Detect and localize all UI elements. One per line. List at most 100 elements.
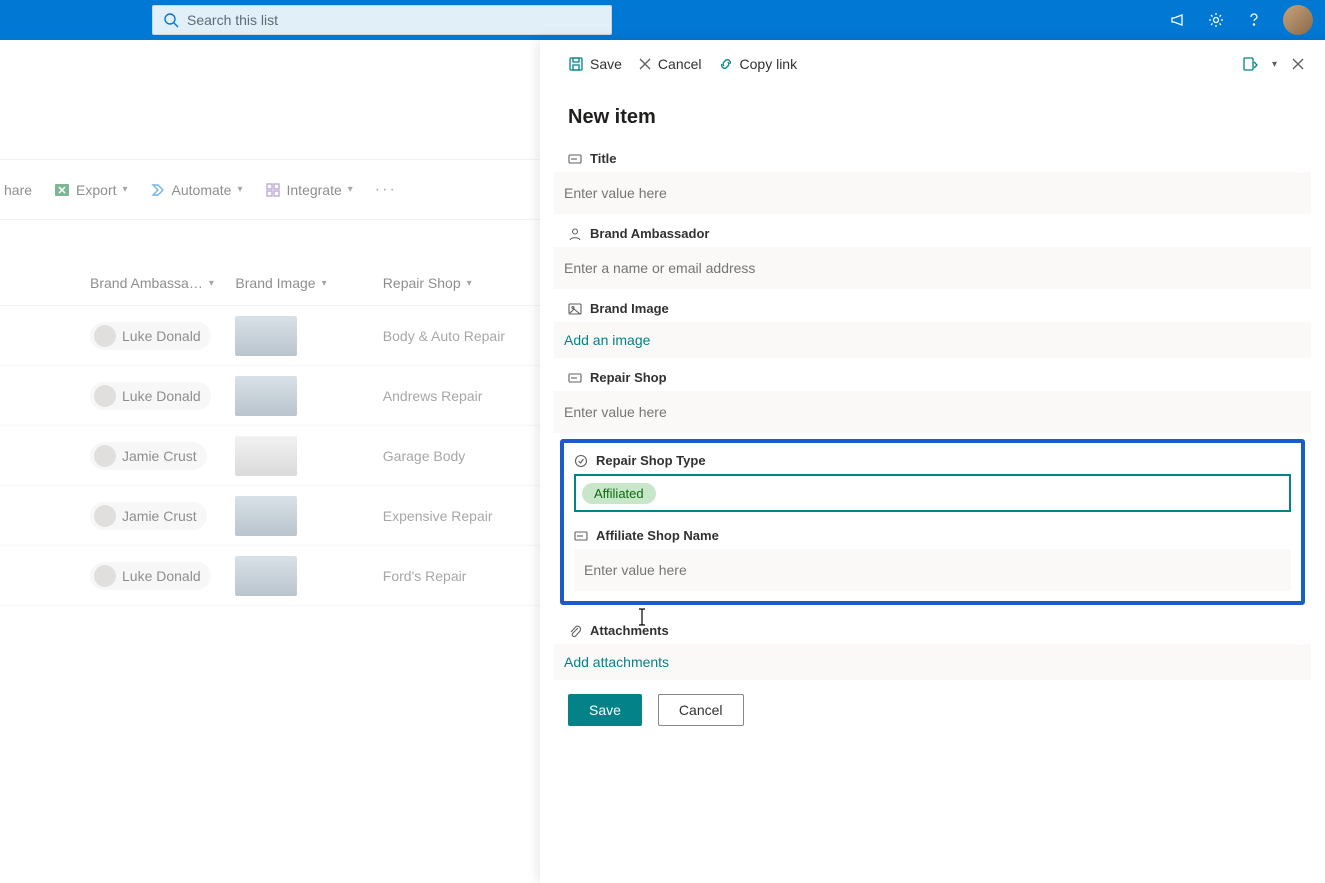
chevron-down-icon: ▾ [467,278,472,289]
close-icon [638,57,652,71]
highlighted-section: Repair Shop Type Affiliated Affiliate Sh… [560,439,1305,605]
cell-shop: Ford's Repair [383,568,540,584]
cell-shop: Garage Body [383,448,540,464]
cell-shop: Andrews Repair [383,388,540,404]
integrate-icon [265,182,281,198]
col-shop[interactable]: Repair Shop ▾ [383,275,540,291]
field-shop-label: Repair Shop [590,370,667,385]
field-ambassador-label: Brand Ambassador [590,226,709,241]
panel-fields: Title Brand Ambassador Brand Image Add a… [540,139,1325,680]
cell-ambassador: Jamie Crust [122,508,197,524]
col-image[interactable]: Brand Image ▾ [235,275,382,291]
panel-save-label: Save [590,56,622,72]
export-button[interactable]: Export ▾ [50,182,132,198]
share-button[interactable]: hare [0,182,36,198]
new-item-panel: Save Cancel Copy link ▾ New item Title [540,40,1325,883]
table-row[interactable]: Luke Donald Andrews Repair [0,366,540,426]
chevron-down-icon: ▾ [123,184,128,195]
more-button[interactable]: ··· [371,181,401,199]
cell-ambassador: Luke Donald [122,568,201,584]
close-panel-button[interactable] [1291,57,1305,71]
export-label: Export [76,182,116,198]
panel-commandbar: Save Cancel Copy link ▾ [540,40,1325,88]
save-icon [568,56,584,72]
person-icon [568,227,582,241]
title-input[interactable] [554,172,1311,214]
field-brand-image: Brand Image Add an image [554,289,1311,358]
integrate-button[interactable]: Integrate ▾ [261,182,357,198]
text-field-icon [568,152,582,166]
image-thumbnail [235,316,297,356]
link-icon [718,56,734,72]
field-title-label: Title [590,151,617,166]
cell-shop: Body & Auto Repair [383,328,540,344]
add-image-link[interactable]: Add an image [554,322,1311,358]
col-image-label: Brand Image [235,275,315,291]
image-thumbnail [235,496,297,536]
field-ambassador: Brand Ambassador [554,214,1311,289]
field-image-label: Brand Image [590,301,669,316]
panel-copylink-button[interactable]: Copy link [718,56,798,72]
chevron-down-icon: ▾ [322,278,327,289]
repair-shop-type-select[interactable]: Affiliated [574,474,1291,512]
help-icon[interactable] [1245,11,1263,29]
table-row[interactable]: Luke Donald Body & Auto Repair [0,306,540,366]
megaphone-icon[interactable] [1169,11,1187,29]
cancel-button[interactable]: Cancel [658,694,744,726]
image-icon [568,302,582,316]
panel-buttons: Save Cancel [540,680,1325,740]
add-attachments-link[interactable]: Add attachments [554,644,1311,680]
cell-ambassador: Luke Donald [122,388,201,404]
person-icon [94,385,116,407]
search-icon [163,12,179,28]
attachment-icon [568,624,582,638]
form-icon [1242,56,1258,72]
excel-icon [54,182,70,198]
list-background: hare Export ▾ Automate ▾ Integrate ▾ ···… [0,40,540,883]
chevron-down-icon[interactable]: ▾ [1272,59,1277,70]
image-thumbnail [235,376,297,416]
close-icon [1291,57,1305,71]
topbar-right [1169,5,1313,35]
automate-button[interactable]: Automate ▾ [146,182,247,198]
table-row[interactable]: Jamie Crust Garage Body [0,426,540,486]
affiliate-name-input[interactable] [574,549,1291,591]
field-title: Title [554,139,1311,214]
choice-icon [574,454,588,468]
cell-shop: Expensive Repair [383,508,540,524]
save-button[interactable]: Save [568,694,642,726]
cell-ambassador: Jamie Crust [122,448,197,464]
topbar: Search this list [0,0,1325,40]
flow-icon [150,182,166,198]
col-shop-label: Repair Shop [383,275,461,291]
form-edit-button[interactable] [1242,56,1258,72]
column-headers: Brand Ambassa… ▾ Brand Image ▾ Repair Sh… [0,220,540,306]
share-label: hare [4,182,32,198]
person-icon [94,445,116,467]
repair-shop-input[interactable] [554,391,1311,433]
col-ambassador-label: Brand Ambassa… [90,275,203,291]
cancel-button-label: Cancel [679,702,723,718]
panel-save-button[interactable]: Save [568,56,622,72]
gear-icon[interactable] [1207,11,1225,29]
person-icon [94,565,116,587]
panel-title: New item [540,88,1325,139]
field-attachments-label: Attachments [590,623,669,638]
list-commandbar: hare Export ▾ Automate ▾ Integrate ▾ ··· [0,160,540,220]
col-ambassador[interactable]: Brand Ambassa… ▾ [90,275,235,291]
table-row[interactable]: Jamie Crust Expensive Repair [0,486,540,546]
panel-cancel-label: Cancel [658,56,702,72]
automate-label: Automate [172,182,232,198]
chevron-down-icon: ▾ [348,184,353,195]
field-attachments: Attachments Add attachments [554,611,1311,680]
ambassador-input[interactable] [554,247,1311,289]
field-affiliate-name: Affiliate Shop Name [574,522,1291,591]
panel-cancel-button[interactable]: Cancel [638,56,702,72]
panel-copylink-label: Copy link [740,56,798,72]
chevron-down-icon: ▾ [209,278,214,289]
image-thumbnail [235,556,297,596]
search-input[interactable]: Search this list [152,5,612,35]
field-affiliate-label: Affiliate Shop Name [596,528,719,543]
table-row[interactable]: Luke Donald Ford's Repair [0,546,540,606]
avatar[interactable] [1283,5,1313,35]
